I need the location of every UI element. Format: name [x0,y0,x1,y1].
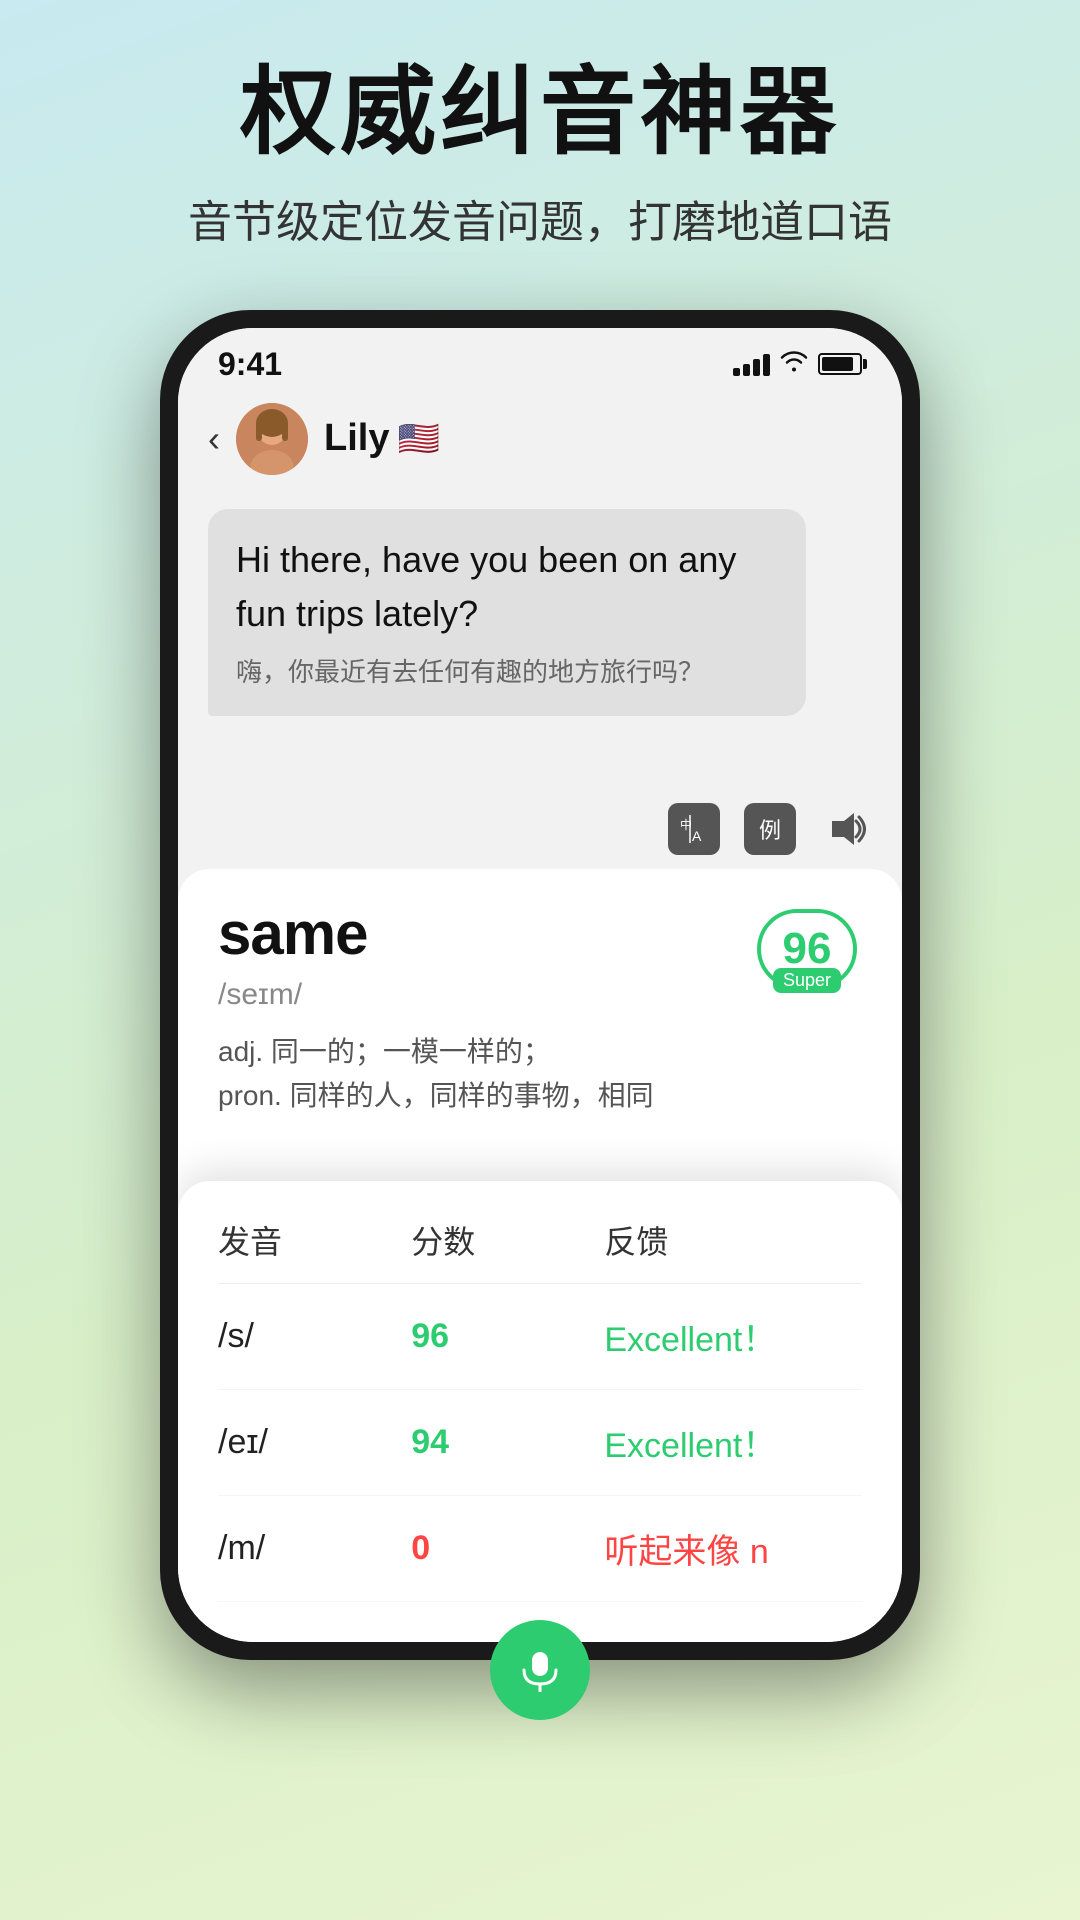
col-header-sound: 发音 [218,1217,411,1263]
phonetic: /seɪm/ [218,978,367,1012]
chat-actions: 中 A 例 [178,789,902,869]
chat-english-text: Hi there, have you been on any fun trips… [236,533,778,641]
word-definition: adj. 同一的；一模一样的； pron. 同样的人，同样的事物，相同 [218,1030,862,1120]
mic-fab-button[interactable] [490,1620,590,1720]
pron-feedback-1: Excellent！ [604,1312,862,1361]
pron-row-1: /s/ 96 Excellent！ [218,1284,862,1390]
sub-title: 音节级定位发音问题，打磨地道口语 [60,186,1020,250]
main-title: 权威纠音神器 [60,60,1020,166]
page-container: 权威纠音神器 音节级定位发音问题，打磨地道口语 9:41 [0,0,1080,1660]
col-header-feedback: 反馈 [604,1217,862,1263]
back-button[interactable]: ‹ [208,418,220,460]
pron-sound-1: /s/ [218,1317,411,1356]
phone-content: 9:41 [178,328,902,1642]
word-text: same [218,899,367,968]
pron-feedback-3: 听起来像 n [604,1524,862,1573]
battery-icon [818,353,862,375]
phone-screen: 9:41 [178,328,902,1642]
score-number: 96 [783,927,832,971]
nav-name-row: Lily 🇺🇸 [324,417,440,460]
score-circle: 96 Super [757,909,857,989]
status-icons [733,350,862,379]
score-badge: 96 Super [752,899,862,999]
word-card-area: same /seɪm/ 96 Super [178,869,902,1130]
chat-chinese-text: 嗨，你最近有去任何有趣的地方旅行吗？ [236,653,778,692]
word-left: same /seɪm/ [218,899,367,1012]
header-section: 权威纠音神器 音节级定位发音问题，打磨地道口语 [0,0,1080,280]
pron-sound-2: /eɪ/ [218,1423,411,1462]
score-super-label: Super [773,968,841,993]
sound-button[interactable] [820,803,872,855]
pron-score-1: 96 [411,1317,604,1356]
flag-icon: 🇺🇸 [397,419,439,459]
svg-text:A: A [692,828,702,843]
chat-area: Hi there, have you been on any fun trips… [178,489,902,789]
pron-score-3: 0 [411,1529,604,1568]
chat-bubble: Hi there, have you been on any fun trips… [208,509,806,716]
translate-button[interactable]: 中 A [668,803,720,855]
nav-bar: ‹ [178,393,902,489]
pron-row-3: /m/ 0 听起来像 n [218,1496,862,1602]
pron-table-overlay: 发音 分数 反馈 /s/ 96 Excellent！ [178,1181,902,1642]
pron-table-header: 发音 分数 反馈 [218,1217,862,1284]
avatar [236,403,308,475]
example-button[interactable]: 例 [744,803,796,855]
pron-feedback-2: Excellent！ [604,1418,862,1467]
status-bar: 9:41 [178,328,902,393]
pron-score-2: 94 [411,1423,604,1462]
pron-table: 发音 分数 反馈 /s/ 96 Excellent！ [218,1217,862,1602]
pron-row-2: /eɪ/ 94 Excellent！ [218,1390,862,1496]
signal-icon [733,352,770,376]
chat-section: 9:41 [178,328,902,869]
status-time: 9:41 [218,346,282,383]
contact-name: Lily [324,417,389,460]
wifi-icon [780,350,808,379]
col-header-score: 分数 [411,1217,604,1263]
phone-frame: 9:41 [160,310,920,1660]
bottom-white-section: same /seɪm/ 96 Super [178,869,902,1642]
phone-wrapper: 9:41 [0,310,1080,1660]
pron-sound-3: /m/ [218,1529,411,1568]
word-header: same /seɪm/ 96 Super [218,899,862,1012]
